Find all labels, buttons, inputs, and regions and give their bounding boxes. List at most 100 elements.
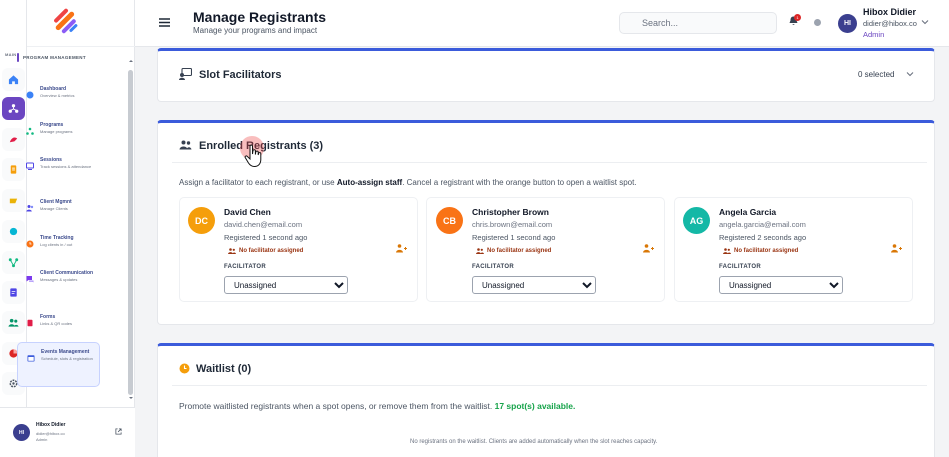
nav-item-desc: Log clients in / out <box>40 242 73 247</box>
nav-item-events-management[interactable]: Events Management Schedule, slots & regis… <box>17 342 100 387</box>
nav-scrollbar[interactable] <box>128 70 133 395</box>
nav-item-title: Client Mgmnt <box>40 199 72 205</box>
nav-item-sessions[interactable]: Sessions Track sessions & attendance <box>17 151 100 176</box>
registrant-avatar: DC <box>188 207 215 234</box>
scroll-down-icon[interactable] <box>129 396 133 400</box>
nav-user-name: Hibox Didier <box>36 422 66 428</box>
registrant-email: david.chen@email.com <box>224 220 303 229</box>
clock-icon <box>179 363 190 374</box>
users-icon <box>179 140 192 150</box>
registrant-email: chris.brown@email.com <box>472 220 553 229</box>
search-input[interactable] <box>620 13 776 33</box>
header-user-role: Admin <box>863 30 885 39</box>
nav-section-header: PROGRAM MANAGEMENT <box>17 53 86 62</box>
nav-item-client-mgmnt[interactable]: Client Mgmnt Manage Clients <box>17 193 100 218</box>
app-logo[interactable] <box>52 8 80 41</box>
registrant-name: Angela Garcia <box>719 207 777 217</box>
waitlist-empty-text: No registrants on the waitlist. Clients … <box>410 439 658 445</box>
facilitator-select[interactable]: Unassigned <box>472 276 596 294</box>
registrant-registered: Registered 1 second ago <box>224 233 308 242</box>
hand-cursor-icon <box>244 144 262 168</box>
facilitator-select[interactable]: Unassigned <box>224 276 348 294</box>
scroll-up-icon[interactable] <box>129 59 133 63</box>
users-warning-icon <box>476 248 484 254</box>
nav-item-title: Events Management <box>41 349 90 355</box>
registrant-avatar: CB <box>436 207 463 234</box>
nav-user-role: Admin <box>36 437 48 442</box>
nav-item-desc: Manage Clients <box>40 206 68 211</box>
facilitator-select[interactable]: Unassigned <box>719 276 843 294</box>
nav-item-title: Client Communication <box>40 270 94 276</box>
calendar-icon <box>26 353 35 362</box>
nav-item-title: Forms <box>40 314 56 320</box>
waitlist-info-text: Promote waitlisted registrants when a sp… <box>179 401 575 411</box>
facilitator-label: FACILITATOR <box>472 264 514 270</box>
selected-count[interactable]: 0 selected <box>858 70 894 79</box>
rail-section-label: MAIN <box>5 52 17 57</box>
assign-user-icon[interactable] <box>396 244 407 253</box>
logo-icon <box>54 8 78 34</box>
nav-item-desc: Messages & updates <box>40 277 78 282</box>
facilitator-label: FACILITATOR <box>224 264 266 270</box>
status-dot-icon[interactable] <box>814 19 821 26</box>
nav-header <box>27 0 135 47</box>
nav-item-forms[interactable]: Forms Links & QR codes <box>17 308 100 333</box>
sessions-nav-icon <box>25 161 34 170</box>
registrant-registered: Registered 2 seconds ago <box>719 233 807 242</box>
users-warning-icon <box>723 248 731 254</box>
assign-user-icon[interactable] <box>643 244 654 253</box>
nav-section-label: PROGRAM MANAGEMENT <box>23 55 86 60</box>
info-prefix: Assign a facilitator to each registrant,… <box>179 178 337 187</box>
forms-icon <box>25 318 34 327</box>
no-facilitator-status: No facilitator assigned <box>723 248 798 254</box>
nav-item-desc: Track sessions & attendance <box>40 164 92 169</box>
enrolled-info-text: Assign a facilitator to each registrant,… <box>179 178 637 187</box>
clock-icon <box>25 239 34 248</box>
search-box[interactable] <box>619 12 777 34</box>
nav-item-time-tracking[interactable]: Time Tracking Log clients in / out <box>17 229 100 254</box>
nav-item-title: Time Tracking <box>40 235 74 241</box>
nav-user-avatar[interactable]: HI <box>13 424 30 441</box>
no-facilitator-status: No facilitator assigned <box>476 248 551 254</box>
nav-item-dashboard[interactable]: Dashboard Overview & metrics <box>17 80 100 105</box>
no-facilitator-text: No facilitator assigned <box>734 248 799 254</box>
dashboard-icon <box>25 90 34 99</box>
chat-icon <box>25 274 34 283</box>
registrant-registered: Registered 1 second ago <box>472 233 556 242</box>
page-subtitle: Manage your programs and impact <box>193 26 318 35</box>
monitor-user-icon <box>179 68 192 80</box>
nav-item-desc: Links & QR codes <box>40 321 73 326</box>
header-user-name: Hibox Didier <box>863 7 917 17</box>
chevron-down-icon[interactable] <box>921 19 929 25</box>
programs-icon <box>8 104 19 113</box>
clients-nav-icon <box>25 203 34 212</box>
registrant-name: Christopher Brown <box>472 207 549 217</box>
section-accent-bar <box>17 53 19 62</box>
notification-badge: 1 <box>794 14 801 21</box>
header-user-email: didier@hibox.co <box>863 19 917 28</box>
nav-item-client-communication[interactable]: Client Communication Messages & updates <box>17 264 100 289</box>
menu-toggle-icon[interactable] <box>159 17 170 28</box>
programs-nav-icon <box>25 126 34 135</box>
registrant-avatar: AG <box>683 207 710 234</box>
external-link-icon[interactable] <box>115 428 122 435</box>
nav-item-title: Dashboard <box>40 86 67 92</box>
spots-available-text: 17 spot(s) available. <box>494 401 576 411</box>
no-facilitator-text: No facilitator assigned <box>487 248 552 254</box>
registrant-email: angela.garcia@email.com <box>719 220 806 229</box>
page-title: Manage Registrants <box>193 9 327 25</box>
users-warning-icon <box>228 248 236 254</box>
document-icon <box>10 288 17 297</box>
nav-item-title: Programs <box>40 122 64 128</box>
auto-assign-staff-text: Auto-assign staff <box>336 178 403 187</box>
nav-item-title: Sessions <box>40 157 62 163</box>
nav-item-desc: Overview & metrics <box>40 93 75 98</box>
nav-item-desc: Manage programs <box>40 129 73 134</box>
no-facilitator-text: No facilitator assigned <box>239 248 304 254</box>
registrant-name: David Chen <box>224 207 271 217</box>
card-divider <box>172 162 927 163</box>
header-avatar[interactable]: HI <box>838 14 857 33</box>
chevron-down-icon[interactable] <box>906 71 914 77</box>
nav-item-programs[interactable]: Programs Manage programs <box>17 116 100 141</box>
assign-user-icon[interactable] <box>891 244 902 253</box>
